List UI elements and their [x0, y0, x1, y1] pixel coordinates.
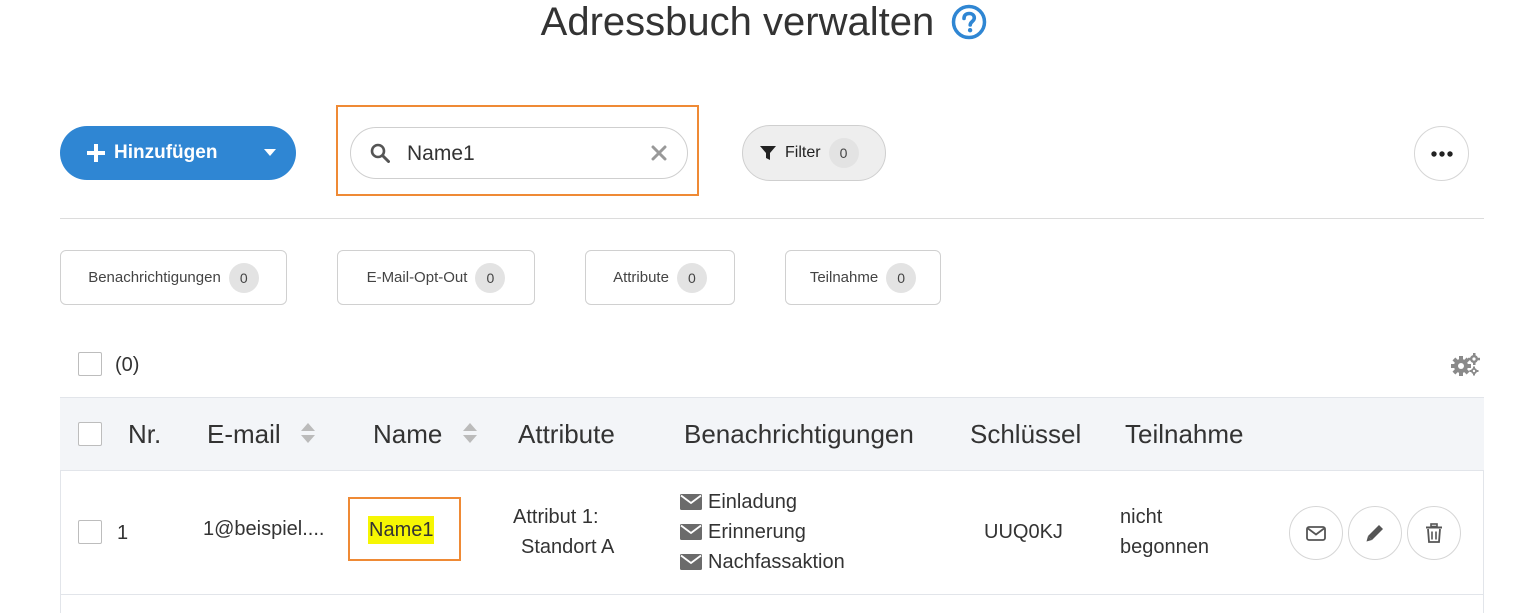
chip-notifications[interactable]: Benachrichtigungen 0	[60, 250, 287, 305]
filter-button[interactable]: Filter 0	[742, 125, 886, 181]
column-header-attribute: Attribute	[518, 419, 615, 449]
chip-count-badge: 0	[228, 262, 259, 293]
clear-icon[interactable]	[651, 145, 667, 161]
envelope-outline-icon	[1306, 526, 1326, 541]
row-attribute: Attribut 1: Standort A	[513, 502, 633, 562]
chip-label: Benachrichtigungen	[88, 269, 221, 286]
row-email: 1@beispiel....	[203, 518, 325, 540]
column-header-email[interactable]: E-mail	[207, 418, 316, 450]
question-circle-icon[interactable]	[951, 4, 987, 40]
search-box[interactable]	[350, 127, 688, 179]
row-participation: nicht begonnen	[1120, 502, 1209, 562]
column-header-email-label: E-mail	[207, 419, 281, 449]
chip-count-badge: 0	[475, 262, 506, 293]
caret-down-icon[interactable]	[264, 149, 276, 157]
pencil-icon	[1366, 525, 1383, 542]
sort-icon[interactable]	[300, 421, 316, 445]
table-row-divider	[60, 594, 1484, 595]
row-key: UUQ0KJ	[984, 521, 1063, 543]
more-options-button[interactable]	[1414, 126, 1469, 181]
notification-label: Einladung	[708, 491, 797, 513]
chip-participation[interactable]: Teilnahme 0	[785, 250, 941, 305]
chip-label: E-Mail-Opt-Out	[366, 269, 468, 286]
chip-count-badge: 0	[886, 262, 917, 293]
sort-icon[interactable]	[462, 421, 478, 445]
select-all-checkbox[interactable]	[78, 352, 102, 376]
notification-item: Erinnerung	[680, 517, 845, 547]
chip-count-badge: 0	[676, 262, 707, 293]
notification-label: Erinnerung	[708, 521, 806, 543]
column-header-name-label: Name	[373, 419, 443, 449]
add-button-label: Hinzufügen	[114, 142, 218, 163]
row-nr: 1	[117, 522, 129, 544]
envelope-icon	[680, 524, 702, 540]
chip-attributes[interactable]: Attribute 0	[585, 250, 735, 305]
chip-label: Attribute	[613, 269, 669, 286]
add-button[interactable]: Hinzufügen	[60, 126, 296, 180]
row-participation-line1: nicht	[1120, 506, 1163, 528]
column-header-nr: Nr.	[128, 419, 162, 449]
delete-button[interactable]	[1407, 506, 1461, 560]
search-input[interactable]	[407, 140, 637, 168]
page-title: Adressbuch verwalten	[540, 0, 935, 44]
row-notifications: Einladung Erinnerung Nachfassaktion	[680, 487, 845, 577]
row-select-checkbox[interactable]	[78, 520, 102, 544]
filter-count-badge: 0	[828, 138, 859, 168]
send-email-button[interactable]	[1289, 506, 1343, 560]
header-select-checkbox[interactable]	[78, 422, 102, 446]
chip-label: Teilnahme	[809, 269, 879, 286]
selection-count: (0)	[115, 354, 140, 376]
edit-button[interactable]	[1348, 506, 1402, 560]
filter-button-label: Filter	[785, 144, 821, 161]
notification-item: Einladung	[680, 487, 845, 517]
column-header-name[interactable]: Name	[373, 418, 478, 450]
ellipsis-icon	[1431, 151, 1453, 157]
envelope-icon	[680, 494, 702, 510]
table-border	[60, 471, 61, 613]
filter-icon	[760, 146, 776, 160]
plus-icon	[87, 144, 105, 162]
row-name: Name1	[368, 516, 435, 544]
column-header-notifications: Benachrichtigungen	[684, 419, 914, 449]
notification-label: Nachfassaktion	[708, 551, 845, 573]
envelope-icon	[680, 554, 702, 570]
toolbar-divider	[60, 218, 1484, 219]
search-icon	[370, 143, 390, 163]
row-participation-line2: begonnen	[1120, 536, 1209, 558]
row-attribute-line1: Attribut 1:	[513, 506, 599, 528]
gears-icon[interactable]	[1450, 352, 1480, 376]
column-header-participation: Teilnahme	[1125, 419, 1244, 449]
page-title-wrap: Adressbuch verwalten	[0, 0, 1528, 46]
column-header-key: Schlüssel	[970, 419, 1082, 449]
row-attribute-line2: Standort A	[521, 536, 615, 558]
table-border	[1483, 471, 1484, 613]
chip-email-opt-out[interactable]: E-Mail-Opt-Out 0	[337, 250, 535, 305]
trash-icon	[1426, 523, 1442, 543]
notification-item: Nachfassaktion	[680, 547, 845, 577]
